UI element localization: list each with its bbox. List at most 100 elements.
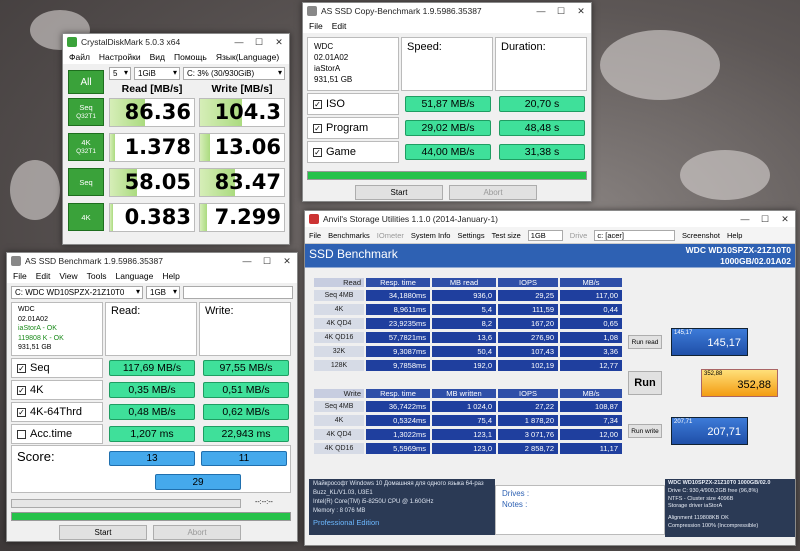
memory-info: Memory : 8 076 MB — [313, 508, 366, 514]
write-value: 7.299 — [214, 205, 281, 229]
run-write-button[interactable]: Run write — [628, 424, 662, 438]
menu-view[interactable]: View — [59, 271, 77, 281]
menu-settings[interactable]: Settings — [457, 231, 484, 240]
menu-view[interactable]: Вид — [150, 52, 165, 62]
test-label-line2: Q32T1 — [76, 113, 96, 120]
close-icon[interactable]: ✕ — [775, 214, 795, 225]
start-button[interactable]: Start — [59, 525, 147, 540]
minimize-icon[interactable]: — — [531, 6, 551, 16]
total-score-box: 352,88 352,88 — [701, 369, 778, 397]
test-label[interactable]: 4K — [68, 203, 104, 231]
write-value: 13.06 — [214, 135, 281, 159]
test-row-label[interactable]: ✓ 4K-64Thrd — [11, 402, 103, 422]
test-checkbox[interactable]: ✓ — [17, 407, 26, 417]
maximize-icon[interactable]: ☐ — [755, 214, 775, 225]
drive-path-input[interactable] — [183, 286, 293, 299]
menu-help[interactable]: Помощь — [174, 52, 207, 62]
test-row-label[interactable]: ✓ Seq — [11, 358, 103, 378]
abort-button[interactable]: Abort — [449, 185, 537, 200]
menu-help[interactable]: Help — [727, 231, 742, 240]
read-cell: 57,7821ms — [365, 331, 431, 344]
write-value: 83.47 — [214, 170, 281, 194]
test-size-select[interactable]: 1GB — [527, 229, 563, 241]
drive-info-compression: Compression 100% (Incompressible) — [668, 522, 759, 529]
minimize-icon[interactable]: — — [229, 37, 249, 47]
speed-header: Speed: — [401, 37, 493, 91]
test-checkbox[interactable]: ✓ — [313, 99, 322, 109]
write-cell: 5,5969ms — [365, 442, 431, 455]
menu-file[interactable]: File — [309, 21, 323, 31]
abort-button[interactable]: Abort — [153, 525, 241, 540]
test-checkbox[interactable]: ✓ — [17, 385, 26, 395]
menu-language[interactable]: Язык(Language) — [216, 52, 279, 62]
test-label[interactable]: Seq Q32T1 — [68, 98, 104, 126]
menu-edit[interactable]: Edit — [332, 21, 347, 31]
duration-value: 20,70 s — [499, 96, 585, 112]
menu-system-info[interactable]: System Info — [411, 231, 451, 240]
menu-settings[interactable]: Настройки — [99, 52, 141, 62]
menu-edit[interactable]: Edit — [36, 271, 51, 281]
menu-language[interactable]: Language — [115, 271, 153, 281]
read-cell: 34,1880ms — [365, 289, 431, 302]
read-row-label: 128K — [313, 359, 365, 372]
write-cell: 123,0 — [431, 442, 497, 455]
drive-select[interactable]: C: 3% (30/930GiB) — [183, 67, 285, 80]
close-icon[interactable]: ✕ — [269, 37, 289, 48]
total-score-small: 352,88 — [704, 371, 723, 377]
menu-screenshot[interactable]: Screenshot — [682, 231, 720, 240]
read-cell: 276,90 — [497, 331, 559, 344]
as-ssd-icon — [11, 256, 21, 266]
test-size-select[interactable]: 1GiB — [134, 67, 180, 80]
menu-file[interactable]: File — [13, 271, 27, 281]
test-checkbox[interactable]: ✓ — [313, 147, 322, 157]
test-checkbox[interactable] — [17, 429, 26, 439]
read-row-label: 4K — [313, 303, 365, 316]
read-cell: 13,6 — [431, 331, 497, 344]
read-cell: 29,25 — [497, 289, 559, 302]
menu-file[interactable]: Файл — [69, 52, 90, 62]
test-row-label[interactable]: ✓ Program — [307, 117, 399, 139]
all-button[interactable]: All — [68, 70, 104, 94]
minimize-icon[interactable]: — — [735, 214, 755, 224]
menu-benchmarks[interactable]: Benchmarks — [328, 231, 370, 240]
cpu-info: Intel(R) Core(TM) i5-8250U CPU @ 1.60GHz — [313, 499, 434, 505]
run-read-button[interactable]: Run read — [628, 335, 662, 349]
menu-iometer[interactable]: IOmeter — [377, 231, 404, 240]
test-row-label[interactable]: Acc.time — [11, 424, 103, 444]
test-row-label[interactable]: ✓ 4K — [11, 380, 103, 400]
test-checkbox[interactable]: ✓ — [313, 123, 322, 133]
drive-select[interactable]: C: WDC WD10SPZX-21Z10T0 — [11, 286, 143, 299]
drive-select[interactable]: c: [acer] — [594, 229, 675, 241]
maximize-icon[interactable]: ☐ — [249, 37, 269, 48]
write-value-cell: 13.06 — [199, 133, 285, 162]
test-label[interactable]: Seq — [68, 168, 104, 196]
minimize-icon[interactable]: — — [237, 256, 257, 266]
read-cell: 9,7858ms — [365, 359, 431, 372]
size-select[interactable]: 1GB — [146, 286, 180, 299]
write-cell: 1 878,20 — [497, 414, 559, 427]
maximize-icon[interactable]: ☐ — [257, 256, 277, 267]
menu-tools[interactable]: Tools — [87, 271, 107, 281]
test-row-label[interactable]: ✓ Game — [307, 141, 399, 163]
as-ssd-icon — [307, 6, 317, 16]
device-model: WDC — [18, 306, 35, 313]
read-value: 0.383 — [124, 205, 191, 229]
read-cell: 0,44 — [559, 303, 623, 316]
test-row-label[interactable]: ✓ ISO — [307, 93, 399, 115]
drive-info-alignment: Alignment 119808KB OK — [668, 515, 729, 522]
test-count-select[interactable]: 5 — [109, 67, 131, 80]
close-icon[interactable]: ✕ — [571, 6, 591, 17]
read-header: Read [MB/s] — [121, 83, 183, 95]
maximize-icon[interactable]: ☐ — [551, 6, 571, 17]
start-button[interactable]: Start — [355, 185, 443, 200]
menu-help[interactable]: Help — [162, 271, 179, 281]
speed-value: 29,02 MB/s — [405, 120, 491, 136]
os-info: Майкрософт Windows 10 Домашняя для одног… — [313, 481, 484, 487]
drive-info-free: Drive C: 930,4/900,2GB free (96,8%) — [668, 487, 759, 494]
test-label[interactable]: 4K Q32T1 — [68, 133, 104, 161]
run-button[interactable]: Run — [628, 371, 662, 395]
menu-file[interactable]: File — [309, 231, 321, 240]
write-value-cell: 7.299 — [199, 203, 285, 232]
close-icon[interactable]: ✕ — [277, 256, 297, 267]
test-checkbox[interactable]: ✓ — [17, 363, 26, 373]
